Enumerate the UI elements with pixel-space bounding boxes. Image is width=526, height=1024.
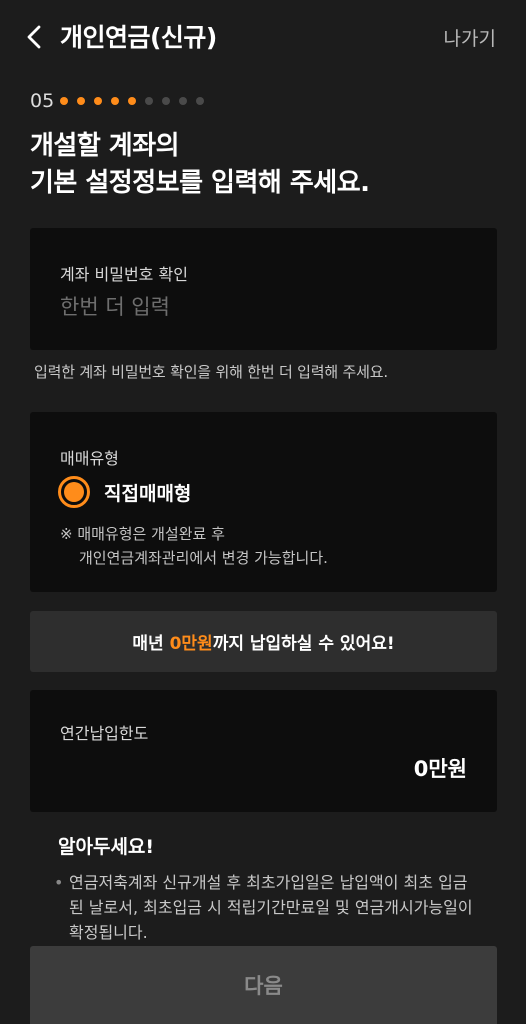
trade-type-option-label: 직접매매형 [104,482,192,505]
main-heading: 개설할 계좌의 기본 설정정보를 입력해 주세요. [30,128,370,202]
progress-dot-done [77,97,86,105]
notice-body: • 연금저축계좌 신규개설 후 최초가입일은 납입액이 최초 입금된 날로서, … [54,870,478,945]
progress-dot-pending [162,97,171,105]
trade-type-option-direct[interactable]: 직접매매형 [58,476,191,508]
banner-prefix: 매년 [132,634,170,654]
notice-bullet: • [54,873,64,892]
progress-dot-done [60,97,69,105]
chevron-left-icon [27,25,41,49]
radio-selected-icon[interactable] [58,476,90,508]
step-progress: 05 [30,90,213,112]
step-number: 05 [30,90,55,112]
page-title: 개인연금(신규) [60,23,217,52]
progress-dot-done [111,97,120,105]
trade-type-note-line1: ※ 매매유형은 개설완료 후 [60,525,225,543]
trade-type-label: 매매유형 [60,449,119,468]
password-confirm-help: 입력한 계좌 비밀번호 확인을 위해 한번 더 입력해 주세요. [34,363,388,381]
trade-type-note-line2: 개인연금계좌관리에서 변경 가능합니다. [79,549,328,567]
annual-limit-label: 연간납입한도 [60,724,149,743]
notice-title: 알아두세요! [58,836,155,858]
password-confirm-label: 계좌 비밀번호 확인 [60,265,188,284]
banner-suffix: 까지 납입하실 수 있어요! [212,634,395,654]
main-heading-line2: 기본 설정정보를 입력해 주세요. [30,168,370,198]
progress-dot-pending [196,97,205,105]
trade-type-card: 매매유형 직접매매형 ※ 매매유형은 개설완료 후 개인연금계좌관리에서 변경 … [30,412,497,592]
header-bar: 개인연금(신규) 나가기 [0,0,526,74]
annual-limit-value: 0만원 [413,757,467,781]
notice-text: 연금저축계좌 신규개설 후 최초가입일은 납입액이 최초 입금된 날로서, 최초… [69,873,473,942]
progress-dots [60,97,213,105]
main-heading-line1: 개설할 계좌의 [30,131,180,161]
trade-type-note: ※ 매매유형은 개설완료 후 개인연금계좌관리에서 변경 가능합니다. [60,522,328,570]
exit-button[interactable]: 나가기 [444,24,496,51]
progress-dot-done [128,97,137,105]
password-confirm-input[interactable] [60,290,460,324]
progress-dot-pending [179,97,188,105]
banner-amount: 0만원 [169,634,213,654]
annual-limit-card: 연간납입한도 0만원 [30,690,497,812]
progress-dot-pending [145,97,154,105]
annual-limit-banner: 매년 0만원 까지 납입하실 수 있어요! [30,611,497,672]
password-confirm-card: 계좌 비밀번호 확인 [30,228,497,350]
progress-dot-done [94,97,103,105]
back-button[interactable] [22,22,50,52]
next-button[interactable]: 다음 [30,946,497,1024]
